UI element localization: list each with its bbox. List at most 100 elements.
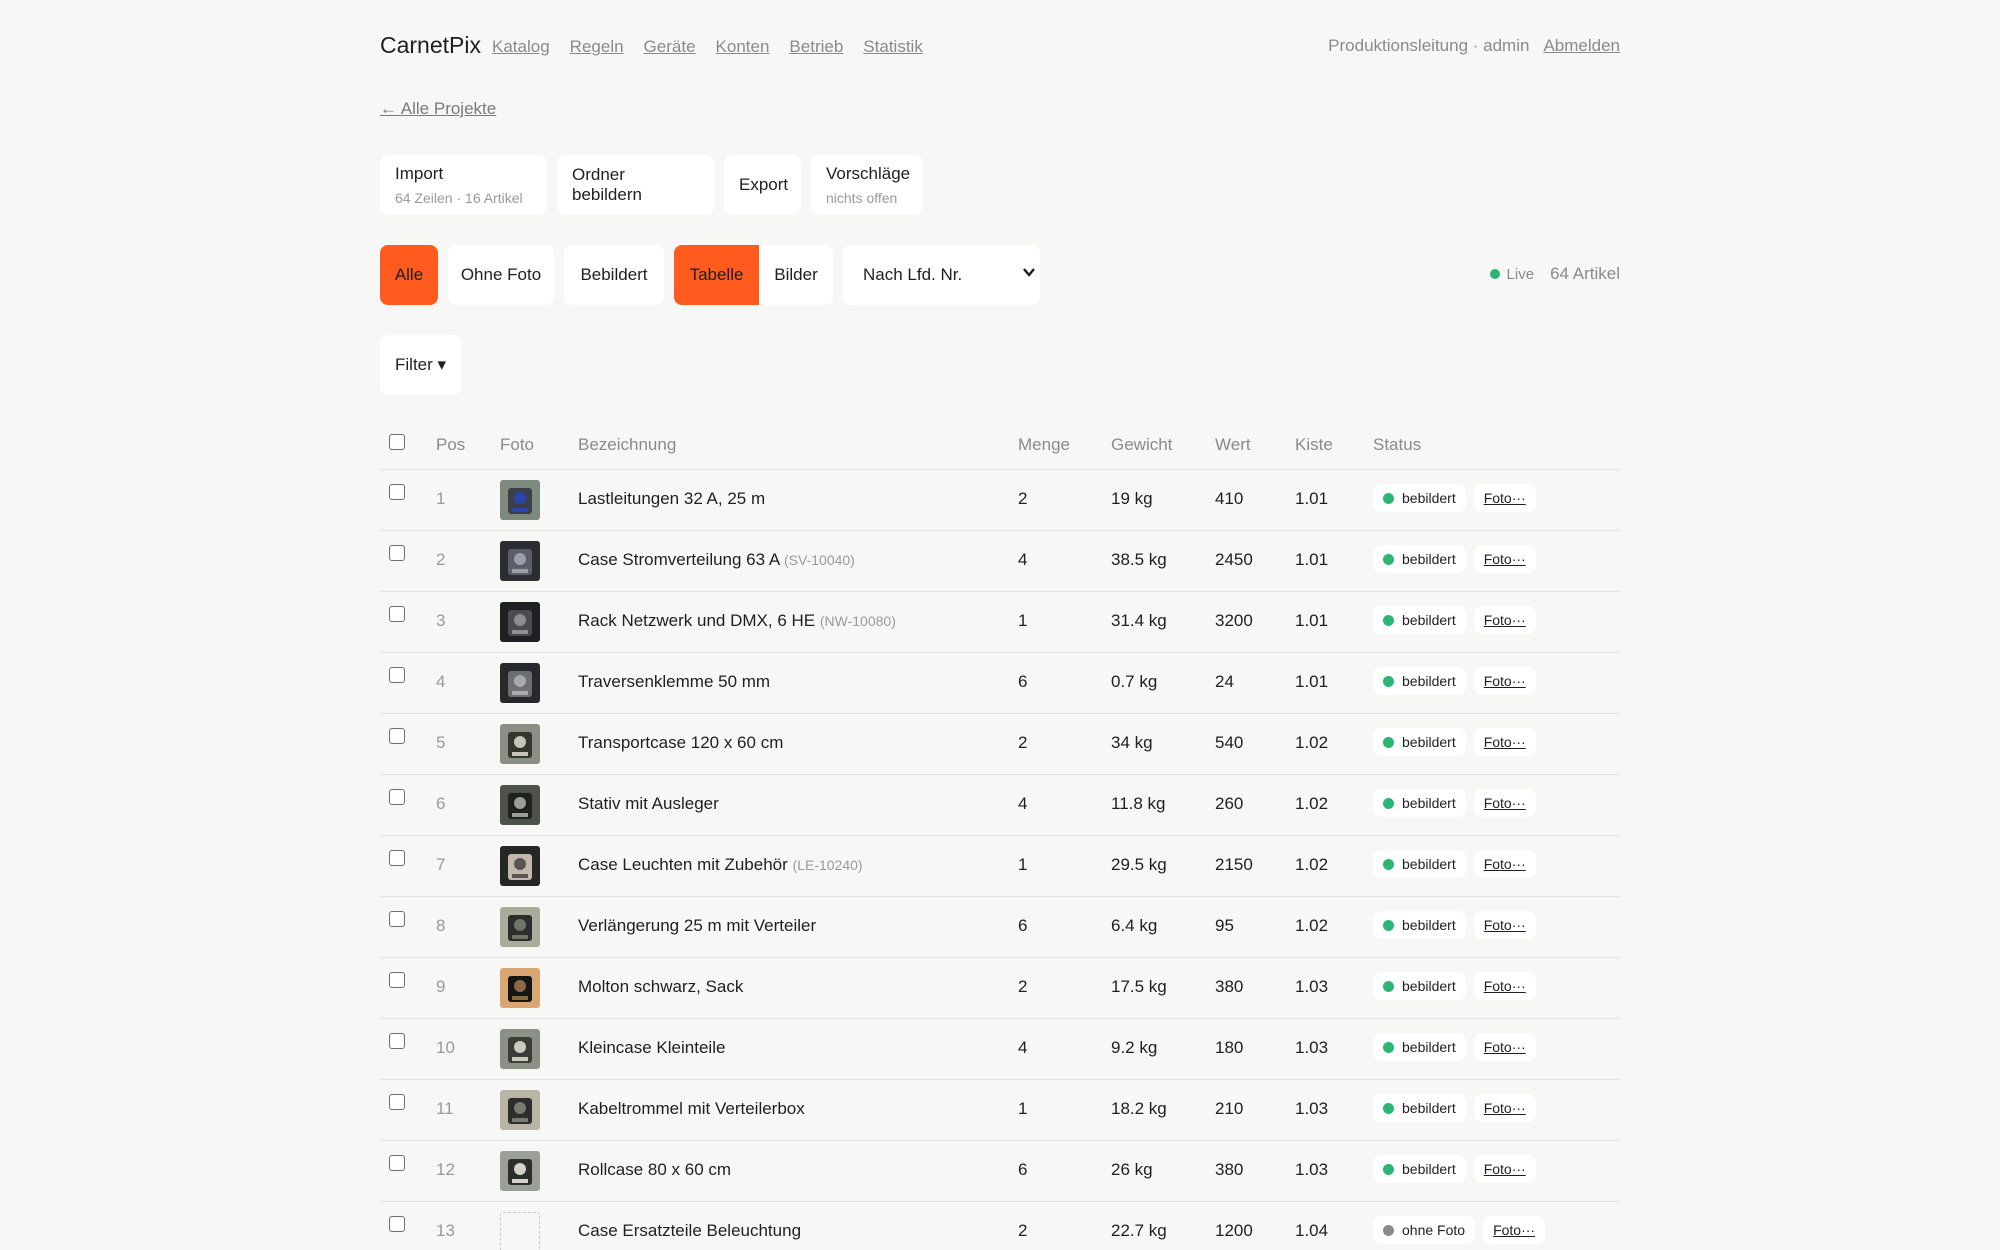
filter-dropdown-button[interactable]: Filter ▾ (380, 335, 461, 395)
photo-menu-button[interactable]: Foto··· (1483, 1216, 1546, 1244)
bebildern-button[interactable]: Ordner bebildern (557, 155, 714, 215)
item-photo-thumbnail[interactable] (500, 663, 540, 703)
photo-menu-button[interactable]: Foto··· (1473, 484, 1536, 512)
row-checkbox[interactable] (389, 545, 405, 561)
table-row[interactable]: 11 Kabeltrommel mit Verteilerbox 1 18.2 … (380, 1080, 1620, 1141)
row-status: bebildert Foto··· (1373, 545, 1536, 573)
photo-menu-button[interactable]: Foto··· (1473, 911, 1536, 939)
row-qty: 4 (1018, 1038, 1028, 1057)
table-row[interactable]: 12 Rollcase 80 x 60 cm 6 26 kg 380 1.03 … (380, 1141, 1620, 1202)
photo-menu-button[interactable]: Foto··· (1473, 606, 1536, 634)
photo-menu-button[interactable]: Foto··· (1473, 850, 1536, 878)
header-photo: Foto (500, 435, 535, 454)
brand-logo[interactable]: CarnetPix (380, 32, 481, 59)
photo-menu-button[interactable]: Foto··· (1473, 1155, 1536, 1183)
table-row[interactable]: 5 Transportcase 120 x 60 cm 2 34 kg 540 … (380, 714, 1620, 775)
row-checkbox[interactable] (389, 728, 405, 744)
photo-menu-button[interactable]: Foto··· (1473, 667, 1536, 695)
photo-menu-button[interactable]: Foto··· (1473, 789, 1536, 817)
suggestions-button[interactable]: Vorschläge nichts offen (811, 155, 923, 215)
item-photo-thumbnail[interactable] (500, 541, 540, 581)
header-value[interactable]: Wert (1215, 435, 1251, 455)
photo-menu-button[interactable]: Foto··· (1473, 728, 1536, 756)
photo-image (500, 480, 540, 520)
row-desc-text: Lastleitungen 32 A, 25 m (578, 489, 766, 508)
row-status: bebildert Foto··· (1373, 972, 1536, 1000)
item-photo-thumbnail[interactable] (500, 785, 540, 825)
photo-menu-button[interactable]: Foto··· (1473, 545, 1536, 573)
row-checkbox[interactable] (389, 1216, 405, 1232)
photo-placeholder[interactable] (500, 1212, 540, 1250)
table-body: 1 Lastleitungen 32 A, 25 m 2 19 kg 410 1… (380, 470, 1620, 1250)
row-desc-text: Traversenklemme 50 mm (578, 672, 771, 691)
row-checkbox[interactable] (389, 484, 405, 500)
import-button[interactable]: Import 64 Zeilen · 16 Artikel (380, 155, 547, 215)
header-weight[interactable]: Gewicht (1111, 435, 1172, 455)
row-box: 1.01 (1295, 550, 1329, 569)
filter-with-photo-button[interactable]: Bebildert (564, 245, 664, 305)
row-checkbox[interactable] (389, 850, 405, 866)
item-photo-thumbnail[interactable] (500, 1151, 540, 1191)
photo-menu-button[interactable]: Foto··· (1473, 1094, 1536, 1122)
status-dot-icon (1383, 797, 1394, 809)
row-checkbox[interactable] (389, 606, 405, 622)
view-table-button[interactable]: Tabelle (674, 245, 759, 305)
header-status[interactable]: Status (1373, 435, 1421, 455)
header-box[interactable]: Kiste (1295, 435, 1333, 455)
nav-link-betrieb[interactable]: Betrieb (789, 37, 843, 57)
back-to-projects-link[interactable]: ← Alle Projekte (380, 99, 496, 119)
header-pos[interactable]: Pos (436, 435, 465, 455)
table-row[interactable]: 10 Kleincase Kleinteile 4 9.2 kg 180 1.0… (380, 1019, 1620, 1080)
table-row[interactable]: 7 Case Leuchten mit Zubehör (LE-10240) 1… (380, 836, 1620, 897)
status-dot-icon (1383, 675, 1394, 687)
table-row[interactable]: 3 Rack Netzwerk und DMX, 6 HE (NW-10080)… (380, 592, 1620, 653)
photo-image (500, 907, 540, 947)
status-badge: bebildert (1373, 728, 1466, 756)
export-button[interactable]: Export (724, 155, 801, 215)
table-row[interactable]: 6 Stativ mit Ausleger 4 11.8 kg 260 1.02… (380, 775, 1620, 836)
row-qty: 6 (1018, 916, 1028, 935)
table-row[interactable]: 2 Case Stromverteilung 63 A (SV-10040) 4… (380, 531, 1620, 592)
filter-no-photo-button[interactable]: Ohne Foto (448, 245, 554, 305)
photo-image (500, 724, 540, 764)
item-photo-thumbnail[interactable] (500, 1029, 540, 1069)
row-checkbox[interactable] (389, 667, 405, 683)
nav-link-katalog[interactable]: Katalog (492, 37, 550, 57)
item-photo-thumbnail[interactable] (500, 480, 540, 520)
row-checkbox[interactable] (389, 972, 405, 988)
table-row[interactable]: 4 Traversenklemme 50 mm 6 0.7 kg 24 1.01… (380, 653, 1620, 714)
row-checkbox[interactable] (389, 1033, 405, 1049)
header-qty[interactable]: Menge (1018, 435, 1070, 455)
select-all-checkbox[interactable] (389, 434, 405, 450)
item-photo-thumbnail[interactable] (500, 602, 540, 642)
row-box: 1.01 (1295, 611, 1329, 630)
table-row[interactable]: 1 Lastleitungen 32 A, 25 m 2 19 kg 410 1… (380, 470, 1620, 531)
row-description: Case Ersatzteile Beleuchtung (578, 1221, 801, 1241)
view-images-button[interactable]: Bilder (759, 245, 833, 305)
item-photo-thumbnail[interactable] (500, 846, 540, 886)
nav-link-regeln[interactable]: Regeln (570, 37, 624, 57)
item-photo-thumbnail[interactable] (500, 724, 540, 764)
item-photo-thumbnail[interactable] (500, 968, 540, 1008)
item-photo-thumbnail[interactable] (500, 1090, 540, 1130)
nav-link-konten[interactable]: Konten (716, 37, 770, 57)
photo-menu-button[interactable]: Foto··· (1473, 1033, 1536, 1061)
table-row[interactable]: 9 Molton schwarz, Sack 2 17.5 kg 380 1.0… (380, 958, 1620, 1019)
row-checkbox[interactable] (389, 789, 405, 805)
nav-link-geraete[interactable]: Geräte (644, 37, 696, 57)
logout-link[interactable]: Abmelden (1543, 36, 1620, 56)
sort-select[interactable]: Nach Lfd. Nr. (843, 245, 1040, 305)
header-desc[interactable]: Bezeichnung (578, 435, 676, 455)
row-checkbox[interactable] (389, 1155, 405, 1171)
nav-link-statistik[interactable]: Statistik (863, 37, 923, 57)
photo-menu-button[interactable]: Foto··· (1473, 972, 1536, 1000)
table-row[interactable]: 13 Case Ersatzteile Beleuchtung 2 22.7 k… (380, 1202, 1620, 1250)
status-dot-icon (1383, 858, 1394, 870)
filter-all-button[interactable]: Alle (380, 245, 438, 305)
item-photo-thumbnail[interactable] (500, 907, 540, 947)
row-checkbox[interactable] (389, 1094, 405, 1110)
table-row[interactable]: 8 Verlängerung 25 m mit Verteiler 6 6.4 … (380, 897, 1620, 958)
row-checkbox[interactable] (389, 911, 405, 927)
sort-select-value: Nach Lfd. Nr. (863, 265, 963, 284)
row-status: bebildert Foto··· (1373, 1033, 1536, 1061)
